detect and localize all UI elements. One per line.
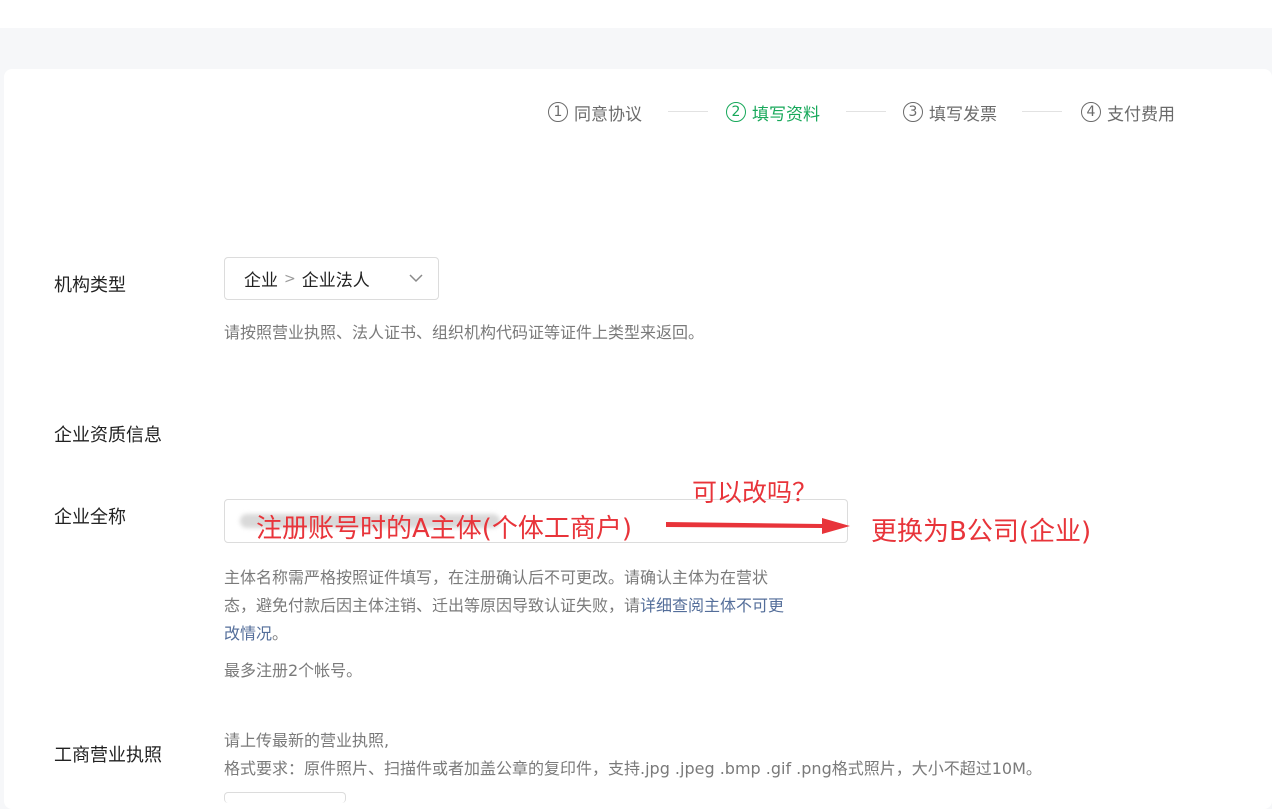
chevron-right-icon: > <box>284 270 296 287</box>
hint-line: 改情况。 <box>224 620 844 648</box>
section-title: 企业资质信息 <box>54 425 162 446</box>
account-limit-hint: 最多注册2个帐号。 <box>224 661 363 680</box>
hint-line: 主体名称需严格按照证件填写，在注册确认后不可更改。请确认主体为在营状 <box>224 568 769 587</box>
step-connector <box>846 111 886 112</box>
step-connector <box>668 111 708 112</box>
step-label: 填写资料 <box>752 104 820 125</box>
hint-text: 。 <box>272 624 289 643</box>
business-license-label: 工商营业执照 <box>54 745 162 766</box>
hint-line: 态，避免付款后因主体注销、迁出等原因导致认证失败，请详细查阅主体不可更 <box>224 592 844 620</box>
step-number: 2 <box>726 102 746 122</box>
org-type-secondary: 企业法人 <box>301 271 370 291</box>
step-label: 填写发票 <box>929 104 997 125</box>
org-type-hint: 请按照营业执照、法人证书、组织机构代码证等证件上类型来返回。 <box>224 323 705 342</box>
org-type-primary: 企业 <box>244 271 278 291</box>
company-name-hint: 主体名称需严格按照证件填写，在注册确认后不可更改。请确认主体为在营状 态，避免付… <box>224 564 844 648</box>
step-connector <box>1022 111 1062 112</box>
form-card <box>4 69 1272 809</box>
annotation-arrow-icon <box>666 518 850 534</box>
step-payment: 4 支付费用 <box>1081 99 1175 125</box>
detail-link[interactable]: 详细查阅主体不可更 <box>640 596 784 615</box>
chevron-down-icon <box>409 274 423 283</box>
step-number: 1 <box>548 102 568 122</box>
company-name-label: 企业全称 <box>54 507 126 528</box>
detail-link-cont[interactable]: 改情况 <box>224 624 272 643</box>
step-label: 同意协议 <box>574 104 642 125</box>
step-invoice: 3 填写发票 <box>903 99 997 125</box>
hint-line: 请上传最新的营业执照, <box>224 731 390 750</box>
step-number: 3 <box>903 102 923 122</box>
annotation-input-note: 注册账号时的A主体(个体工商户) <box>256 514 633 544</box>
step-fill-info: 2 填写资料 <box>726 99 820 125</box>
step-number: 4 <box>1081 102 1101 122</box>
upload-area[interactable] <box>224 792 346 803</box>
top-bar <box>0 0 1272 28</box>
annotation-target: 更换为B公司(企业) <box>871 517 1092 547</box>
step-label: 支付费用 <box>1107 104 1175 125</box>
business-license-hint: 请上传最新的营业执照, 格式要求：原件照片、扫描件或者加盖公章的复印件，支持.j… <box>224 727 1042 783</box>
hint-text: 态，避免付款后因主体注销、迁出等原因导致认证失败，请 <box>224 596 641 615</box>
annotation-question: 可以改吗？ <box>692 478 818 507</box>
org-type-label: 机构类型 <box>54 275 126 296</box>
hint-line: 格式要求：原件照片、扫描件或者加盖公章的复印件，支持.jpg .jpeg .bm… <box>224 759 1042 778</box>
org-type-select[interactable]: 企业 > 企业法人 <box>224 257 439 300</box>
step-agree: 1 同意协议 <box>548 99 642 125</box>
